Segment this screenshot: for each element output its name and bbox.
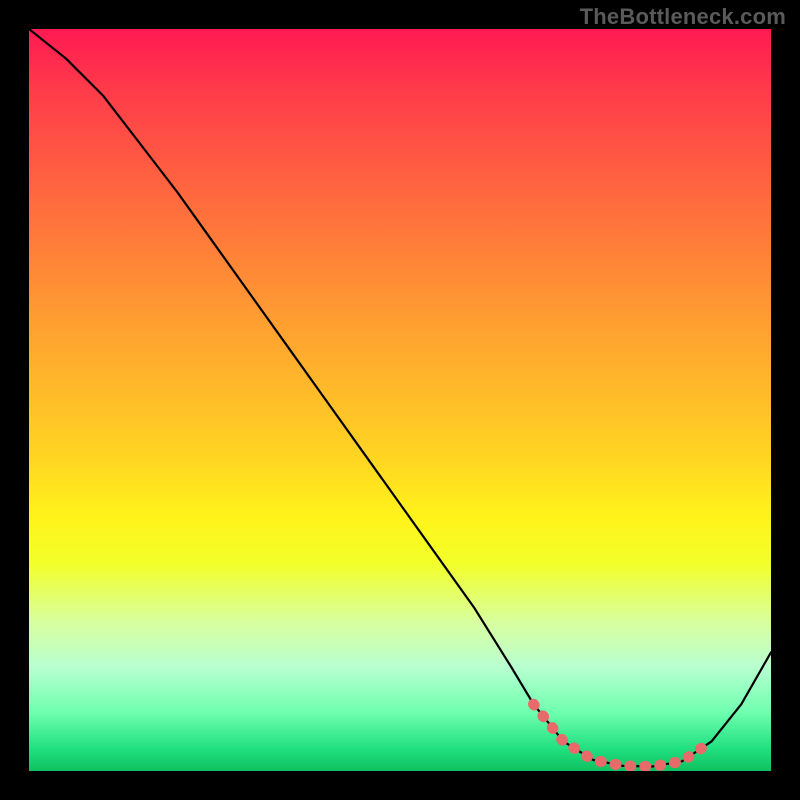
watermark-text: TheBottleneck.com: [580, 4, 786, 30]
chart-frame: TheBottleneck.com: [0, 0, 800, 800]
highlight-segment-path: [534, 704, 712, 766]
plot-area: [29, 29, 771, 771]
curve-svg: [29, 29, 771, 771]
bottleneck-curve-path: [29, 29, 771, 767]
